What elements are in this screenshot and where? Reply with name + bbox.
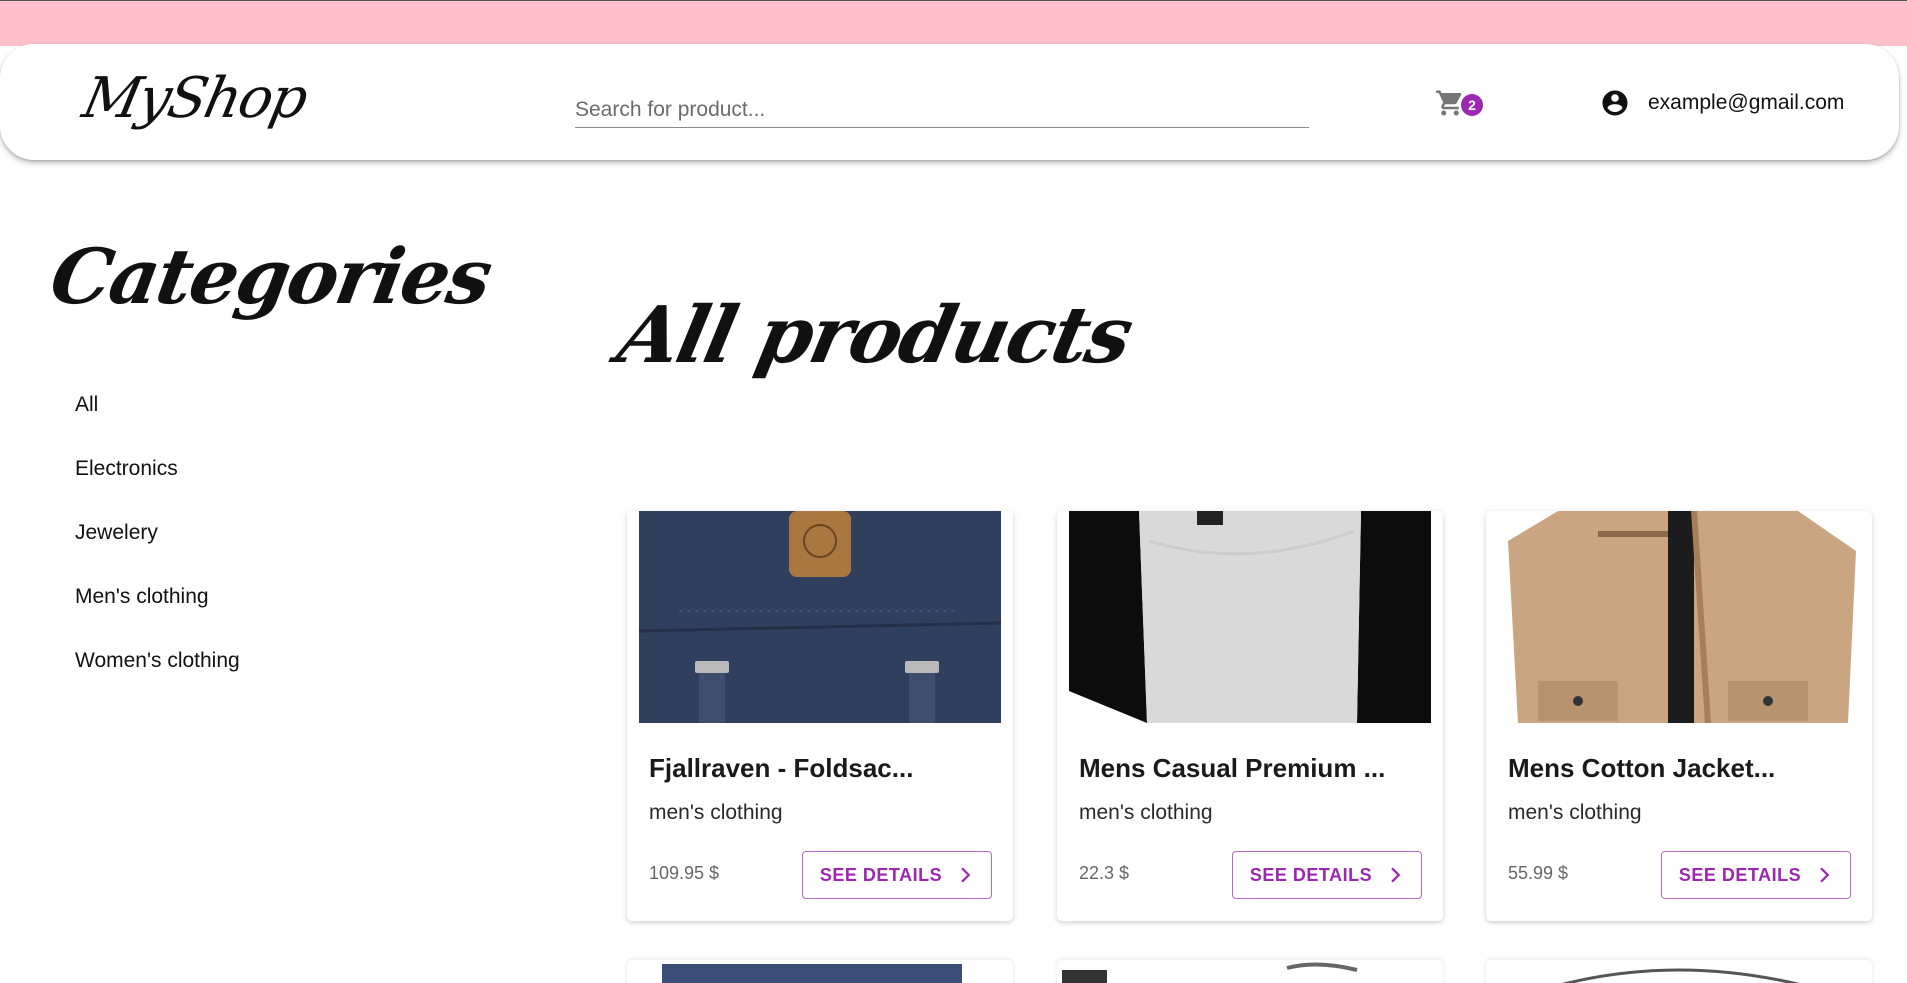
product-price: 109.95 $ <box>649 863 720 883</box>
product-price: 55.99 $ <box>1508 863 1569 883</box>
product-card-partial <box>627 960 1013 983</box>
see-details-button[interactable]: SEE DETAILS <box>1661 851 1851 899</box>
app-bar: MyShop 2 example@gmail.com <box>0 44 1899 160</box>
chevron-right-icon <box>1820 867 1830 883</box>
product-card-partial <box>1057 960 1443 983</box>
see-details-label: SEE DETAILS <box>1249 864 1373 885</box>
product-image-tshirt[interactable] <box>1069 511 1431 723</box>
account-circle-icon <box>1602 90 1628 116</box>
product-category: men's clothing <box>1079 801 1213 824</box>
product-image-jacket[interactable] <box>1498 511 1860 723</box>
product-card-partial <box>1486 960 1872 983</box>
product-image-partial <box>1062 962 1358 983</box>
categories-heading: Categories <box>44 232 497 321</box>
see-details-button[interactable]: SEE DETAILS <box>802 851 992 899</box>
category-all[interactable]: All <box>75 384 240 448</box>
product-card: Mens Cotton Jacket... men's clothing 55.… <box>1486 511 1872 921</box>
product-price: 22.3 $ <box>1079 863 1130 883</box>
see-details-label: SEE DETAILS <box>1678 864 1802 885</box>
chevron-right-icon <box>961 867 971 883</box>
product-image-backpack[interactable] <box>639 511 1001 723</box>
product-category: men's clothing <box>649 801 783 824</box>
category-womens-clothing[interactable]: Women's clothing <box>75 640 240 704</box>
category-list: All Electronics Jewelery Men's clothing … <box>75 384 240 704</box>
page-title: All products <box>610 290 1139 381</box>
product-image-partial <box>1561 968 1800 983</box>
category-jewelery[interactable]: Jewelery <box>75 512 240 576</box>
product-image-partial <box>662 964 962 983</box>
product-title: Mens Casual Premium ... <box>1079 753 1386 783</box>
category-mens-clothing[interactable]: Men's clothing <box>75 576 240 640</box>
product-title: Fjallraven - Foldsac... <box>649 753 914 783</box>
cart-button[interactable]: 2 <box>1435 84 1483 124</box>
shop-logo[interactable]: MyShop <box>77 66 312 131</box>
see-details-label: SEE DETAILS <box>819 864 943 885</box>
account-email: example@gmail.com <box>1648 91 1845 114</box>
search-input[interactable] <box>575 92 1309 128</box>
see-details-button[interactable]: SEE DETAILS <box>1232 851 1422 899</box>
product-title: Mens Cotton Jacket... <box>1508 753 1776 783</box>
product-card: Mens Casual Premium ... men's clothing 2… <box>1057 511 1443 921</box>
cart-count-badge: 2 <box>1461 94 1483 116</box>
account-menu[interactable]: example@gmail.com <box>1600 86 1844 120</box>
top-band <box>0 0 1907 46</box>
chevron-right-icon <box>1391 867 1401 883</box>
product-category: men's clothing <box>1508 801 1642 824</box>
category-electronics[interactable]: Electronics <box>75 448 240 512</box>
product-card: Fjallraven - Foldsac... men's clothing 1… <box>627 511 1013 921</box>
